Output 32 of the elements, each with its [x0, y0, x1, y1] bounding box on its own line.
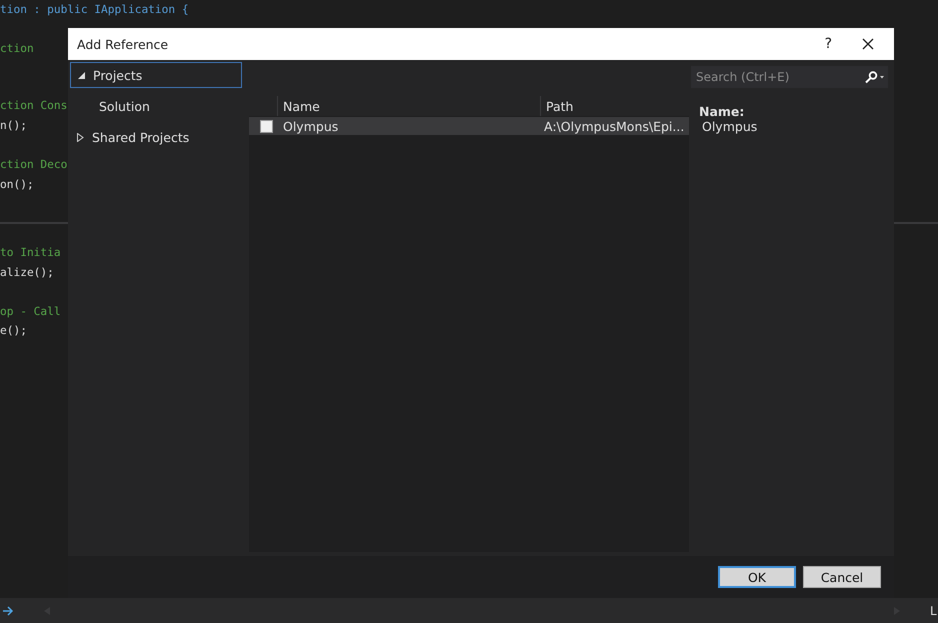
code-comment: ction	[0, 40, 34, 57]
code-comment: ction Cons	[0, 98, 68, 114]
help-button[interactable]: ?	[820, 36, 836, 52]
tree-item[interactable]: Solution	[70, 93, 242, 119]
collapsed-icon[interactable]	[77, 132, 84, 142]
code-line: tion : public IApplication {	[0, 2, 189, 18]
code-comment: op - Call	[0, 304, 61, 320]
code-comment: to Initia	[0, 245, 61, 262]
code-comment: ction Deco	[0, 156, 68, 173]
search-field[interactable]: Search (Ctrl+E)	[691, 66, 860, 88]
code-line: n();	[0, 118, 27, 134]
search-icon[interactable]	[860, 66, 888, 88]
checkbox[interactable]	[260, 120, 272, 132]
tree-item[interactable]: Projects	[70, 62, 242, 88]
status-text: L	[930, 604, 938, 618]
column-header[interactable]: Path	[540, 96, 689, 116]
dialog-button[interactable]: Cancel	[803, 566, 881, 588]
detail-value: Olympus	[701, 119, 758, 134]
table-cell-text: Olympus	[283, 118, 340, 134]
arrow-icon[interactable]	[2, 606, 14, 616]
code-line: alize();	[0, 264, 54, 281]
detail-label: Name:	[699, 104, 746, 119]
close-icon[interactable]	[862, 38, 874, 50]
column-header[interactable]: Name	[277, 96, 540, 116]
table-row[interactable]: Olympus A:\OlympusMons\Epi...	[249, 117, 689, 135]
table-cell-text: A:\OlympusMons\Epi...	[543, 118, 686, 134]
window-title: Add Reference	[77, 36, 170, 52]
dialog-button[interactable]: OK	[718, 566, 796, 588]
code-line: on();	[0, 176, 34, 193]
tree-item[interactable]: Shared Projects	[70, 124, 242, 150]
code-line: e();	[0, 323, 27, 340]
expanded-icon[interactable]	[78, 72, 85, 78]
